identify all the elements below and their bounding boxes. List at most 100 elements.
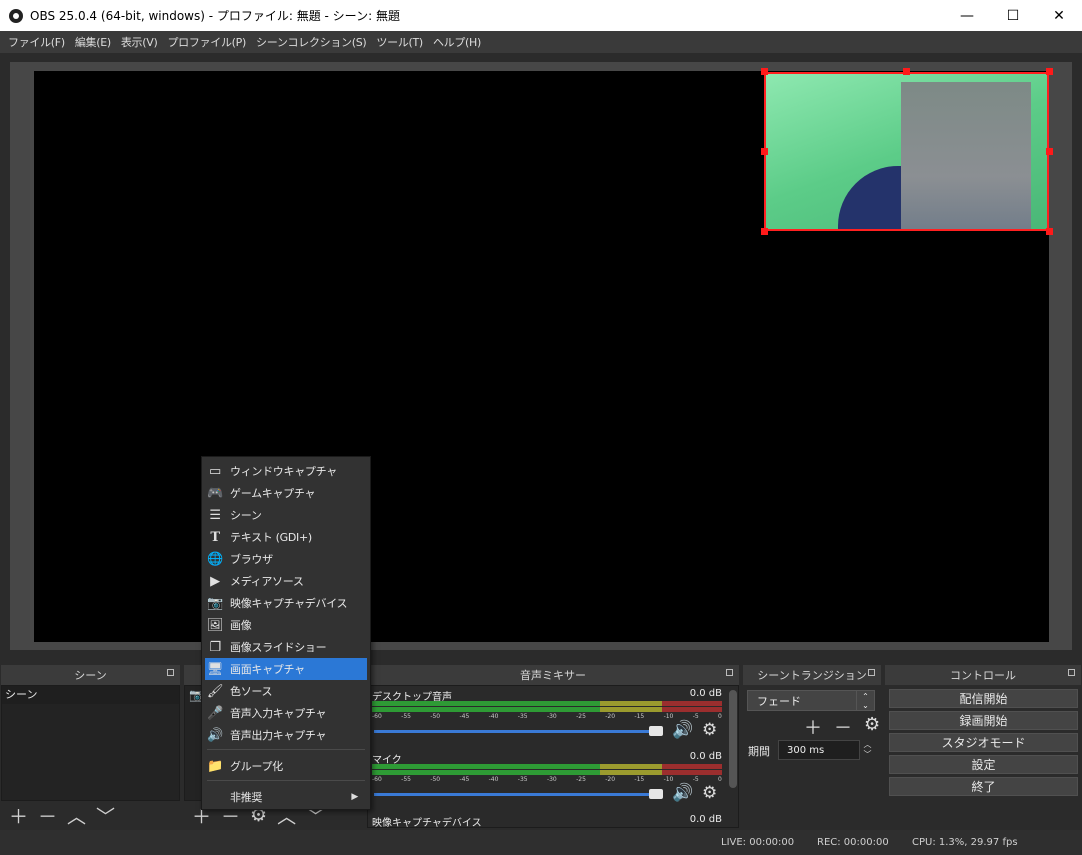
menu-bar: ファイル(F) 編集(E) 表示(V) プロファイル(P) シーンコレクション(… xyxy=(0,31,1082,53)
menu-item-window-capture[interactable]: ▭ ウィンドウキャプチャ xyxy=(202,460,370,482)
volume-meter xyxy=(372,701,722,706)
resize-handle[interactable] xyxy=(903,68,910,75)
camera-icon: 📷 xyxy=(207,595,223,611)
chevron-up-icon[interactable]: ︿ xyxy=(67,802,86,829)
menu-item-game-capture[interactable]: 🎮 ゲームキャプチャ xyxy=(202,482,370,504)
microphone-icon: 🎤 xyxy=(207,705,223,721)
minimize-button[interactable]: — xyxy=(944,0,990,31)
start-recording-button[interactable]: 録画開始 xyxy=(889,711,1078,730)
speaker-icon: 🔊 xyxy=(207,727,223,743)
gear-icon[interactable]: ⚙ xyxy=(702,783,717,803)
menu-item-image[interactable]: 🖼 画像 xyxy=(202,614,370,636)
menu-item-scene[interactable]: ☰ シーン xyxy=(202,504,370,526)
slider-handle[interactable] xyxy=(649,789,663,799)
menu-view[interactable]: 表示(V) xyxy=(116,34,163,50)
resize-handle[interactable] xyxy=(761,228,768,235)
image-icon: 🖼 xyxy=(206,617,224,633)
scenes-list[interactable]: シーン xyxy=(1,685,180,801)
duration-label: 期間 xyxy=(748,745,770,758)
track-db: 0.0 dB xyxy=(689,751,722,762)
menu-separator xyxy=(207,780,365,781)
menu-item-video-capture-device[interactable]: 📷 映像キャプチャデバイス xyxy=(202,592,370,614)
menu-tools[interactable]: ツール(T) xyxy=(371,34,428,50)
menu-edit[interactable]: 編集(E) xyxy=(70,34,116,50)
transitions-dock-title: シーントランジション xyxy=(743,665,881,685)
scenes-dock-title: シーン xyxy=(1,665,180,685)
menu-item-media-source[interactable]: ▶ メディアソース xyxy=(202,570,370,592)
float-icon[interactable] xyxy=(1068,669,1075,676)
window-title: OBS 25.0.4 (64-bit, windows) - プロファイル: 無… xyxy=(30,9,400,23)
chevron-right-icon: ▶ xyxy=(351,792,358,802)
settings-button[interactable]: 設定 xyxy=(889,755,1078,774)
menu-item-text-gdi[interactable]: T テキスト (GDI+) xyxy=(202,526,370,548)
add-icon[interactable]: ＋ xyxy=(804,714,822,740)
list-item[interactable]: シーン xyxy=(2,686,179,704)
menu-item-audio-output-capture[interactable]: 🔊 音声出力キャプチャ xyxy=(202,724,370,746)
volume-meter xyxy=(372,770,722,775)
volume-slider[interactable] xyxy=(374,789,663,799)
mixer-dock-title: 音声ミキサー xyxy=(367,665,739,685)
menu-item-audio-input-capture[interactable]: 🎤 音声入力キャプチャ xyxy=(202,702,370,724)
menu-item-deprecated[interactable]: 非推奨 ▶ xyxy=(202,786,370,808)
menu-item-group[interactable]: 📁 グループ化 xyxy=(202,755,370,777)
cpu-status: CPU: 1.3%, 29.97 fps xyxy=(912,837,1018,848)
menu-item-display-capture[interactable]: 🖥 画面キャプチャ xyxy=(205,658,367,680)
float-icon[interactable] xyxy=(868,669,875,676)
chevron-down-icon[interactable]: ﹀ xyxy=(96,802,115,829)
menu-item-color-source[interactable]: 🖌 色ソース xyxy=(202,680,370,702)
resize-handle[interactable] xyxy=(1046,68,1053,75)
meter-ticks: -60 -55 -50 -45 -40 -35 -30 -25 -20 -15 -10 -5 0 xyxy=(372,713,722,720)
volume-meter xyxy=(372,707,722,712)
volume-meter xyxy=(372,764,722,769)
track-name: 映像キャプチャデバイス xyxy=(372,818,482,829)
resize-handle[interactable] xyxy=(761,68,768,75)
float-icon[interactable] xyxy=(726,669,733,676)
window-icon: ▭ xyxy=(209,463,221,479)
menu-item-image-slideshow[interactable]: ❐ 画像スライドショー xyxy=(202,636,370,658)
duration-input[interactable]: 300 ms xyxy=(778,740,860,760)
status-bar: LIVE: 00:00:00 REC: 00:00:00 CPU: 1.3%, … xyxy=(0,830,1082,855)
close-button[interactable]: ✕ xyxy=(1036,0,1082,31)
track-db: 0.0 dB xyxy=(689,688,722,699)
mixer-track: デスクトップ音声 0.0 dB -60 -55 -50 -45 -40 -35 -30 -25… xyxy=(372,688,722,740)
start-streaming-button[interactable]: 配信開始 xyxy=(889,689,1078,708)
exit-button[interactable]: 終了 xyxy=(889,777,1078,796)
mixer-track: 映像キャプチャデバイス 0.0 dB xyxy=(372,814,722,829)
text-icon: T xyxy=(210,529,220,545)
mixer-scrollbar[interactable] xyxy=(729,690,737,788)
live-status: LIVE: 00:00:00 xyxy=(721,837,795,848)
resize-handle[interactable] xyxy=(761,148,768,155)
duration-stepper[interactable]: ︿ ﹀ xyxy=(860,740,875,760)
slideshow-icon: ❐ xyxy=(209,639,221,655)
menu-profile[interactable]: プロファイル(P) xyxy=(162,34,251,50)
transition-value: フェード xyxy=(757,694,801,708)
transition-select[interactable]: フェード ⌃ ⌄ xyxy=(747,690,875,711)
audio-mixer: デスクトップ音声 0.0 dB -60 -55 -50 -45 -40 -35 -30 -25… xyxy=(367,685,739,829)
add-source-menu: ▭ ウィンドウキャプチャ 🎮 ゲームキャプチャ ☰ シーン T テキスト (GDI+) … xyxy=(201,456,371,810)
add-icon[interactable]: ＋ xyxy=(9,802,28,829)
gear-icon[interactable]: ⚙ xyxy=(864,714,880,740)
resize-handle[interactable] xyxy=(1046,228,1053,235)
remove-icon[interactable]: － xyxy=(38,802,57,829)
menu-help[interactable]: ヘルプ(H) xyxy=(428,34,486,50)
menu-file[interactable]: ファイル(F) xyxy=(3,34,70,50)
resize-handle[interactable] xyxy=(1046,148,1053,155)
video-capture-source[interactable] xyxy=(764,72,1049,231)
gear-icon[interactable]: ⚙ xyxy=(702,720,717,740)
speaker-icon[interactable]: 🔊 xyxy=(672,783,693,803)
slider-handle[interactable] xyxy=(649,726,663,736)
meter-ticks: -60 -55 -50 -45 -40 -35 -30 -25 -20 -15 -10 -5 0 xyxy=(372,776,722,783)
controls-dock-title: コントロール xyxy=(885,665,1081,685)
volume-slider[interactable] xyxy=(374,726,663,736)
obs-logo-icon xyxy=(9,8,23,23)
speaker-icon[interactable]: 🔊 xyxy=(672,720,693,740)
menu-scene-collection[interactable]: シーンコレクション(S) xyxy=(251,34,371,50)
maximize-button[interactable]: ☐ xyxy=(990,0,1036,31)
float-icon[interactable] xyxy=(167,669,174,676)
list-icon: ☰ xyxy=(209,507,221,523)
blurred-region xyxy=(901,82,1031,229)
menu-item-browser[interactable]: 🌐 ブラウザ xyxy=(202,548,370,570)
remove-icon[interactable]: － xyxy=(834,714,852,740)
track-db: 0.0 dB xyxy=(689,814,722,825)
studio-mode-button[interactable]: スタジオモード xyxy=(889,733,1078,752)
